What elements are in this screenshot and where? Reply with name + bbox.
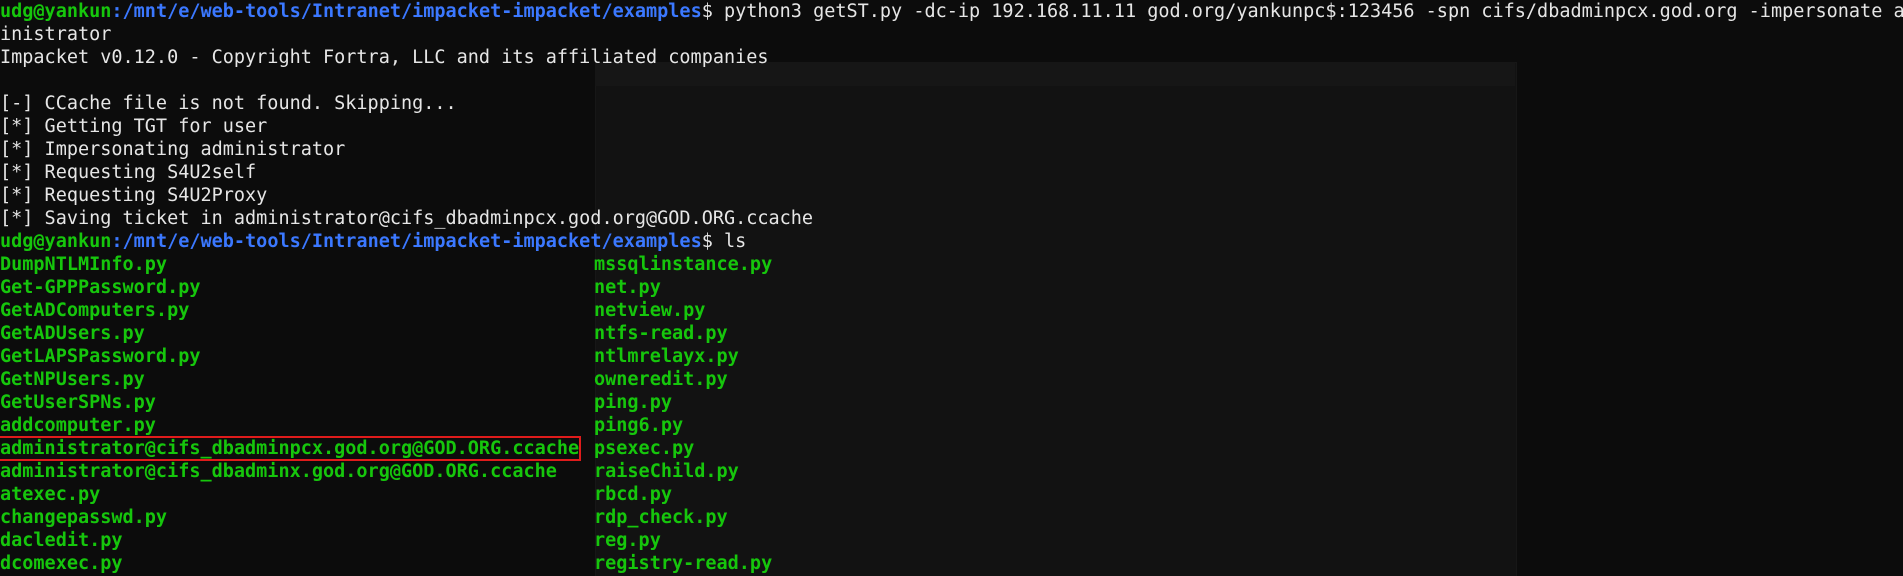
command-text: python3 getST.py -dc-ip 192.168.11.11 go… [712, 1, 1903, 22]
list-item: administrator@cifs_dbadminx.god.org@GOD.… [0, 461, 557, 482]
list-item: reg.py [594, 530, 661, 551]
command-line-2: udg@yankun:/mnt/e/web-tools/Intranet/imp… [0, 230, 1903, 253]
prompt-user: udg@yankun [0, 1, 112, 22]
output-line: [-] CCache file is not found. Skipping..… [0, 93, 457, 114]
output-line: [*] Getting TGT for user [0, 116, 268, 137]
list-item: ping.py [594, 392, 672, 413]
list-item: rbcd.py [594, 484, 672, 505]
list-item-highlighted: administrator@cifs_dbadminpcx.god.org@GO… [0, 436, 582, 461]
prompt-symbol: $ [701, 231, 713, 252]
output-line: [*] Saving ticket in administrator@cifs_… [0, 208, 814, 229]
list-item: DumpNTLMInfo.py [0, 254, 168, 275]
listing-column-left: DumpNTLMInfo.py Get-GPPPassword.py GetAD… [0, 253, 582, 575]
listing-column-right: mssqlinstance.py net.py netview.py ntfs-… [594, 253, 772, 575]
terminal-output: udg@yankun:/mnt/e/web-tools/Intranet/imp… [0, 0, 1903, 253]
command-text: ls [712, 231, 747, 252]
list-item: ping6.py [594, 415, 684, 436]
list-item: owneredit.py [594, 369, 728, 390]
list-item: psexec.py [594, 438, 695, 459]
list-item: GetLAPSPassword.py [0, 346, 201, 367]
list-item: net.py [594, 277, 661, 298]
prompt-path: :/mnt/e/web-tools/Intranet/impacket-impa… [111, 231, 702, 252]
list-item: GetADComputers.py [0, 300, 190, 321]
list-item: rdp_check.py [594, 507, 728, 528]
output-line: [*] Impersonating administrator [0, 139, 346, 160]
prompt-path: :/mnt/e/web-tools/Intranet/impacket-impa… [111, 1, 702, 22]
impacket-banner: Impacket v0.12.0 - Copyright Fortra, LLC… [0, 47, 769, 68]
list-item: atexec.py [0, 484, 101, 505]
terminal-window[interactable]: udg@yankun:/mnt/e/web-tools/Intranet/imp… [0, 0, 1903, 576]
list-item: raiseChild.py [594, 461, 739, 482]
list-item: netview.py [594, 300, 706, 321]
output-line: [*] Requesting S4U2self [0, 162, 257, 183]
command-wrap: inistrator [0, 24, 112, 45]
list-item: ntfs-read.py [594, 323, 728, 344]
prompt-user: udg@yankun [0, 231, 112, 252]
list-item: dcomexec.py [0, 553, 123, 574]
list-item: addcomputer.py [0, 415, 156, 436]
list-item: registry-read.py [594, 553, 773, 574]
list-item: changepasswd.py [0, 507, 168, 528]
list-item: GetUserSPNs.py [0, 392, 156, 413]
list-item: GetNPUsers.py [0, 369, 145, 390]
prompt-symbol: $ [701, 1, 713, 22]
highlighted-ccache-file: administrator@cifs_dbadminpcx.god.org@GO… [0, 436, 582, 461]
list-item: mssqlinstance.py [594, 254, 773, 275]
list-item: dacledit.py [0, 530, 123, 551]
list-item: Get-GPPPassword.py [0, 277, 201, 298]
command-line-1: udg@yankun:/mnt/e/web-tools/Intranet/imp… [0, 0, 1903, 23]
list-item: ntlmrelayx.py [594, 346, 739, 367]
output-line: [*] Requesting S4U2Proxy [0, 185, 268, 206]
list-item: GetADUsers.py [0, 323, 145, 344]
